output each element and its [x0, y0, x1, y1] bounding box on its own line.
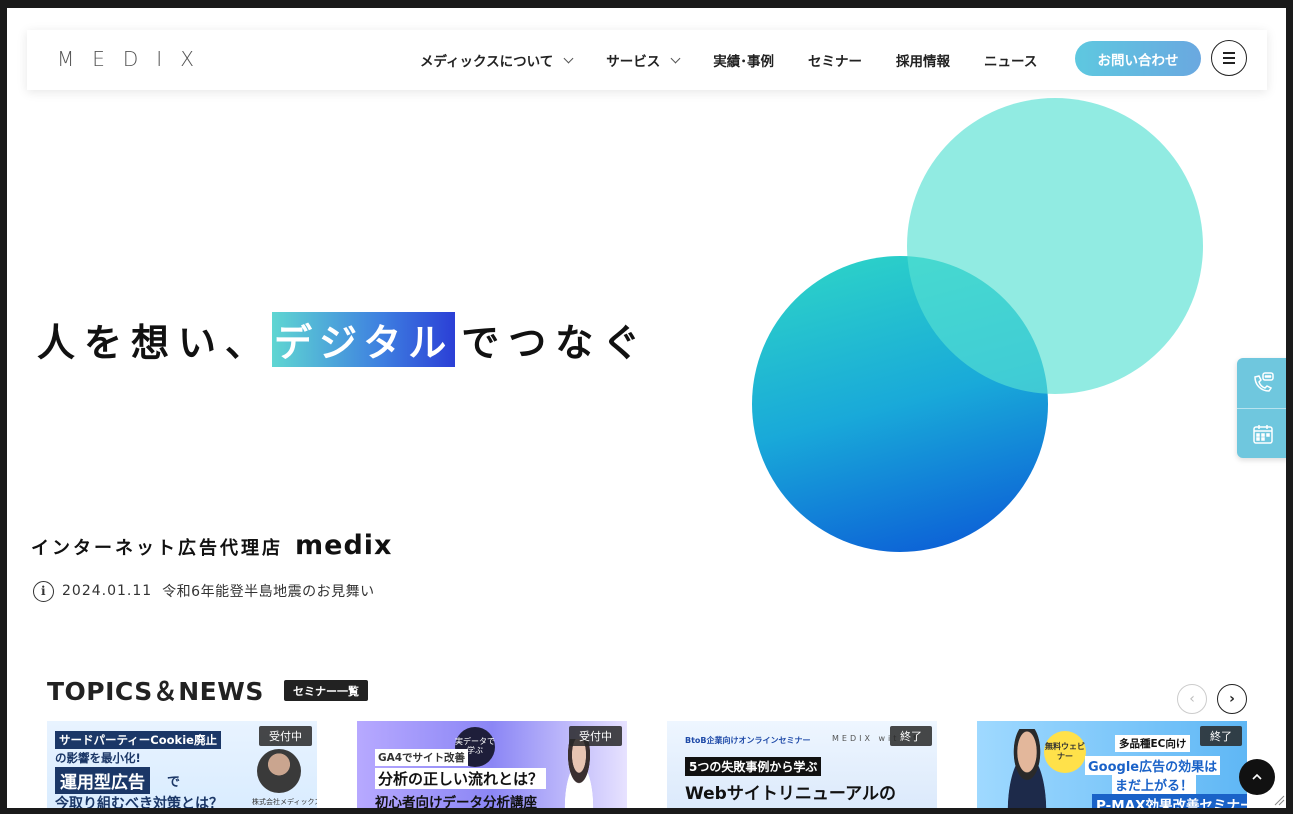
card-text: Google広告の効果は — [1085, 756, 1221, 775]
card-text: GA4でサイト改善 — [375, 749, 469, 766]
side-tab-contact[interactable] — [1237, 358, 1286, 408]
nav-item-services[interactable]: サービス — [606, 50, 681, 70]
notice-text: 令和6年能登半島地震のお見舞い — [162, 584, 375, 600]
topics-carousel: サードパーティーCookie廃止 の影響を最小化! 運用型広告 で 今取り組むべ… — [47, 721, 1267, 808]
card-text: BtoB企業向けオンラインセミナー — [685, 736, 811, 745]
topic-card[interactable]: BtoB企業向けオンラインセミナー MEDIX with f 5つの失敗事例から… — [667, 721, 937, 808]
hero-subtitle: インターネット広告代理店 medix — [31, 530, 392, 561]
card-text: 今取り組むべき対策とは？ — [55, 796, 223, 808]
status-badge: 終了 — [890, 726, 932, 746]
card-text: サードパーティーCookie廃止 — [55, 731, 221, 749]
side-tab-calendar[interactable] — [1237, 408, 1286, 458]
resize-grip-icon[interactable] — [1273, 794, 1285, 806]
status-badge: 終了 — [1200, 726, 1242, 746]
calendar-icon — [1253, 424, 1273, 444]
medix-logo[interactable]: MEDIX — [57, 47, 212, 77]
speaker-photo — [557, 739, 601, 808]
card-text: P-MAX効果改善セミナー — [1092, 794, 1247, 808]
nav-item-seminar[interactable]: セミナー — [808, 50, 862, 70]
notice-date: 2024.01.11 — [62, 583, 153, 599]
carousel-prev-button[interactable]: ‹ — [1177, 684, 1207, 714]
chevron-left-icon: ‹ — [1189, 691, 1195, 707]
info-icon: i — [33, 580, 54, 602]
menu-bar — [1223, 57, 1235, 59]
hero-tagline: 人を想い、 デジタル でつなぐ — [37, 311, 650, 367]
topic-card[interactable]: 実データで学ぶ GA4でサイト改善 分析の正しい流れとは？ 初心者向けデータ分析… — [357, 721, 627, 808]
logo-text: MEDIX — [57, 47, 212, 71]
card-text: 分析の正しい流れとは？ — [375, 768, 547, 789]
card-text: 5つの失敗事例から学ぶ — [685, 757, 822, 776]
menu-bar — [1223, 62, 1235, 64]
topic-card[interactable]: 無料ウェビナー 多品種EC向け Google広告の効果は まだ上がる！ P-MA… — [977, 721, 1247, 808]
topic-card[interactable]: サードパーティーCookie廃止 の影響を最小化! 運用型広告 で 今取り組むべ… — [47, 721, 317, 808]
page: MEDIX メディックスについて サービス 実績･事例 セミナー 採用情報 ニュ… — [7, 8, 1286, 808]
nav-item-about[interactable]: メディックスについて — [420, 50, 574, 70]
card-text: 多品種EC向け — [1115, 735, 1191, 752]
status-badge: 受付中 — [259, 726, 312, 746]
site-header: MEDIX メディックスについて サービス 実績･事例 セミナー 採用情報 ニュ… — [27, 30, 1267, 90]
tagline-highlight: デジタル — [272, 311, 456, 367]
nav-item-label: メディックスについて — [420, 54, 554, 70]
chevron-right-icon: › — [1229, 691, 1235, 707]
nav-item-label: 採用情報 — [896, 54, 950, 70]
card-text: 運用型広告 — [55, 767, 150, 794]
notice-link[interactable]: i 2024.01.11 令和6年能登半島地震のお見舞い — [33, 579, 375, 603]
card-text: Webサイトリニューアルの — [685, 784, 896, 804]
nav-item-news[interactable]: ニュース — [984, 50, 1037, 70]
chevron-up-icon — [1252, 773, 1262, 780]
tagline-pre: 人を想い、 — [37, 320, 273, 365]
seminar-list-link[interactable]: セミナー一覧 — [284, 680, 368, 701]
nav-item-label: サービス — [606, 54, 661, 70]
speaker-photo — [257, 749, 301, 793]
card-text: で — [167, 775, 181, 790]
back-to-top-button[interactable] — [1239, 759, 1275, 795]
main-nav: メディックスについて サービス 実績･事例 セミナー 採用情報 ニュース — [420, 30, 1071, 90]
carousel-next-button[interactable]: › — [1217, 684, 1247, 714]
contact-button[interactable]: お問い合わせ — [1075, 41, 1201, 76]
nav-item-recruit[interactable]: 採用情報 — [896, 50, 950, 70]
card-org: 株式会社メディックス — [252, 798, 317, 806]
chevron-down-icon — [670, 53, 681, 63]
menu-bar — [1223, 52, 1235, 54]
nav-item-cases[interactable]: 実績･事例 — [713, 50, 774, 70]
nav-item-label: 実績･事例 — [713, 54, 774, 70]
card-text: 初心者向けデータ分析講座 — [375, 795, 537, 808]
hero-circle-teal — [907, 98, 1203, 394]
subtitle-text: インターネット広告代理店 — [31, 538, 283, 559]
hamburger-menu-button[interactable] — [1211, 40, 1247, 76]
card-text: まだ上がる！ — [1112, 775, 1197, 794]
nav-item-label: セミナー — [808, 54, 862, 70]
card-text: の影響を最小化! — [55, 751, 141, 765]
chevron-down-icon — [563, 53, 574, 63]
side-floating-tabs — [1237, 358, 1286, 458]
topics-title: TOPICS＆NEWS — [47, 677, 264, 706]
nav-item-label: ニュース — [984, 54, 1038, 70]
brand-name: medix — [295, 530, 393, 561]
phone-chat-icon — [1254, 372, 1274, 392]
card-badge: 無料ウェビナー — [1044, 731, 1086, 773]
tagline-post: でつなぐ — [461, 320, 650, 365]
status-badge: 受付中 — [569, 726, 622, 746]
